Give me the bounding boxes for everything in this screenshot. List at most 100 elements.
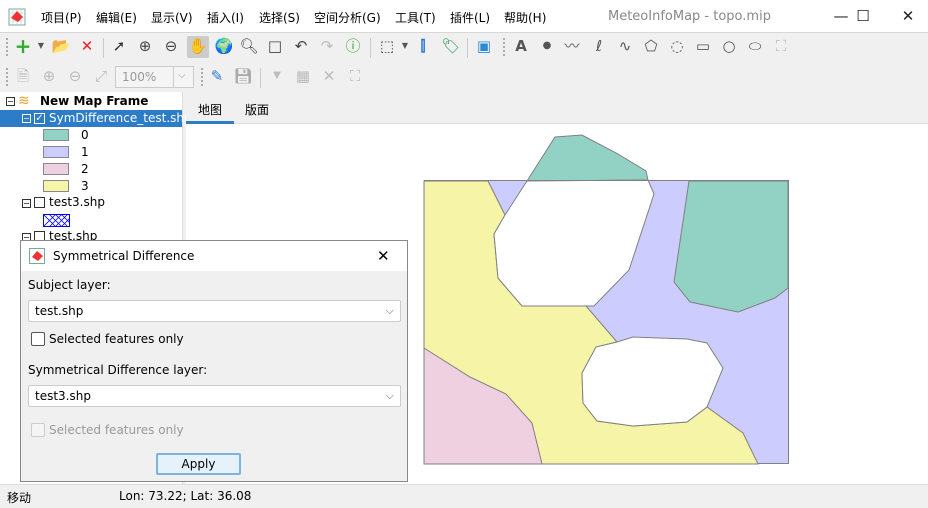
- remove-layer-icon[interactable]: ✕: [76, 36, 98, 58]
- menu-spatial-analysis[interactable]: 空间分析(G): [314, 9, 381, 26]
- title-bar: 项目(P) 编辑(E) 显示(V) 插入(I) 选择(S) 空间分析(G) 工具…: [0, 0, 928, 33]
- edit-select-icon[interactable]: ▼: [266, 66, 288, 88]
- toolbar-grip[interactable]: [6, 68, 8, 86]
- freehand-tool-icon[interactable]: ℓ: [588, 36, 610, 58]
- open-folder-icon[interactable]: 📂: [50, 36, 72, 58]
- status-mode: 移动: [7, 491, 32, 505]
- zoom-level-value: 100%: [122, 70, 157, 84]
- legend-swatch[interactable]: [43, 146, 69, 158]
- apply-button[interactable]: Apply: [156, 453, 241, 475]
- layout-fit-icon[interactable]: ⤢: [90, 66, 112, 88]
- delete-feature-icon[interactable]: ✕: [318, 66, 340, 88]
- layer-name[interactable]: test3.shp: [49, 195, 105, 209]
- legend-swatch[interactable]: [43, 129, 69, 141]
- chevron-down-icon[interactable]: ⌵: [178, 70, 186, 81]
- map-frame-layers-icon: ≋: [18, 93, 30, 109]
- legend-label: 3: [81, 179, 89, 193]
- menu-plugins[interactable]: 插件(L): [450, 9, 490, 26]
- add-feature-icon[interactable]: ▦: [292, 66, 314, 88]
- redo-icon[interactable]: ↷: [316, 36, 338, 58]
- zoom-in-icon[interactable]: ⊕: [134, 36, 156, 58]
- subject-layer-select[interactable]: test.shp ⌵: [28, 300, 401, 322]
- edit-pencil-icon[interactable]: ✎: [206, 66, 228, 88]
- menu-tools[interactable]: 工具(T): [395, 9, 436, 26]
- pan-hand-icon[interactable]: ✋: [187, 36, 209, 58]
- save-edits-icon[interactable]: 💾︎: [232, 66, 254, 88]
- dialog-close-button[interactable]: ✕: [377, 247, 390, 265]
- tab-map[interactable]: 地图: [198, 101, 222, 118]
- layout-zoom-in-icon[interactable]: ⊕: [38, 66, 60, 88]
- app-logo-icon: [8, 8, 26, 26]
- status-bar: 移动 Lon: 73.22; Lat: 36.08: [0, 484, 928, 508]
- toolbar-grip[interactable]: [6, 38, 8, 56]
- legend-swatch[interactable]: [43, 163, 69, 175]
- chevron-down-icon[interactable]: ▼: [30, 36, 52, 58]
- legend-label: 2: [81, 162, 89, 176]
- toolbar-grip[interactable]: [503, 38, 505, 56]
- polygon-tool-icon[interactable]: ⬠: [640, 36, 662, 58]
- symdiff-selected-only-checkbox[interactable]: [31, 423, 45, 437]
- polygon-class-0: [526, 134, 649, 182]
- rectangle-tool-icon[interactable]: ▭: [692, 36, 714, 58]
- close-button[interactable]: ✕: [885, 4, 928, 28]
- chevron-down-icon: ⌵: [385, 389, 394, 402]
- undo-icon[interactable]: ↶: [290, 36, 312, 58]
- zoom-level-combo[interactable]: 100% ⌵: [115, 66, 194, 88]
- collapse-icon[interactable]: −: [22, 199, 31, 208]
- app-logo-icon: [29, 248, 45, 264]
- legend-swatch[interactable]: [43, 180, 69, 192]
- full-extent-globe-icon[interactable]: 🌍: [213, 36, 235, 58]
- zoom-out-icon[interactable]: ⊖: [160, 36, 182, 58]
- menu-view[interactable]: 显示(V): [151, 9, 193, 26]
- status-coordinates: Lon: 73.22; Lat: 36.08: [119, 489, 252, 503]
- text-tool-icon[interactable]: A: [510, 36, 532, 58]
- view-tabs: 地图 版面: [186, 96, 928, 124]
- curve-tool-icon[interactable]: ∿: [614, 36, 636, 58]
- window-title: MeteoInfoMap - topo.mip: [608, 9, 771, 24]
- subject-layer-label: Subject layer:: [28, 278, 111, 292]
- menu-select[interactable]: 选择(S): [259, 9, 300, 26]
- maximize-button[interactable]: ☐: [840, 4, 886, 28]
- subject-selected-only-checkbox[interactable]: [31, 332, 45, 346]
- edit-vertices-icon[interactable]: ⛶: [770, 36, 792, 58]
- magnifier-icon[interactable]: 🔍︎: [238, 36, 260, 58]
- toolbar-grip[interactable]: [201, 68, 203, 86]
- layout-zoom-out-icon[interactable]: ⊖: [64, 66, 86, 88]
- vertex-edit-icon[interactable]: ⛶: [344, 66, 366, 88]
- layout-properties-icon[interactable]: 🗎: [12, 66, 34, 88]
- polygon-class-0: [673, 180, 789, 313]
- subject-layer-value: test.shp: [35, 304, 84, 318]
- symdiff-layer-value: test3.shp: [35, 389, 91, 403]
- active-tab-indicator: [186, 121, 234, 124]
- zoom-rectangle-icon[interactable]: □: [264, 36, 286, 58]
- dialog-title-bar[interactable]: Symmetrical Difference ✕: [21, 241, 407, 271]
- menu-edit[interactable]: 编辑(E): [96, 9, 137, 26]
- divider: [370, 38, 371, 58]
- symmetrical-difference-dialog: Symmetrical Difference ✕ Subject layer: …: [20, 240, 408, 482]
- layer-row-selected[interactable]: − ✓ SymDifference_test.shp: [0, 110, 192, 127]
- collapse-icon[interactable]: −: [6, 97, 15, 106]
- collapse-icon[interactable]: −: [22, 114, 31, 123]
- tab-layout[interactable]: 版面: [245, 101, 269, 118]
- select-arrow-icon[interactable]: ➚: [108, 36, 130, 58]
- attribute-table-icon[interactable]: ⫿: [412, 36, 434, 58]
- chevron-down-icon: ⌵: [385, 304, 394, 317]
- circle-tool-icon[interactable]: ○: [718, 36, 740, 58]
- subject-selected-only-label[interactable]: Selected features only: [49, 332, 184, 346]
- label-tag-icon[interactable]: 🏷︎: [440, 36, 462, 58]
- symdiff-layer-label: Symmetrical Difference layer:: [28, 363, 208, 377]
- menu-help[interactable]: 帮助(H): [504, 9, 546, 26]
- point-tool-icon[interactable]: ●: [536, 36, 558, 58]
- hatch-legend-swatch[interactable]: [43, 214, 70, 227]
- polyline-tool-icon[interactable]: 〰: [561, 36, 583, 58]
- curve-polygon-tool-icon[interactable]: ◌: [666, 36, 688, 58]
- map-frame-label[interactable]: New Map Frame: [40, 94, 148, 108]
- layer-checkbox[interactable]: ✓: [34, 113, 45, 124]
- menu-project[interactable]: 项目(P): [41, 9, 82, 26]
- symdiff-layer-select[interactable]: test3.shp ⌵: [28, 385, 401, 407]
- ellipse-tool-icon[interactable]: ⬭: [744, 36, 766, 58]
- menu-insert[interactable]: 插入(I): [207, 9, 244, 26]
- info-icon[interactable]: ⓘ: [342, 36, 364, 58]
- layer-checkbox[interactable]: [34, 197, 45, 208]
- picture-icon[interactable]: ▣: [473, 36, 495, 58]
